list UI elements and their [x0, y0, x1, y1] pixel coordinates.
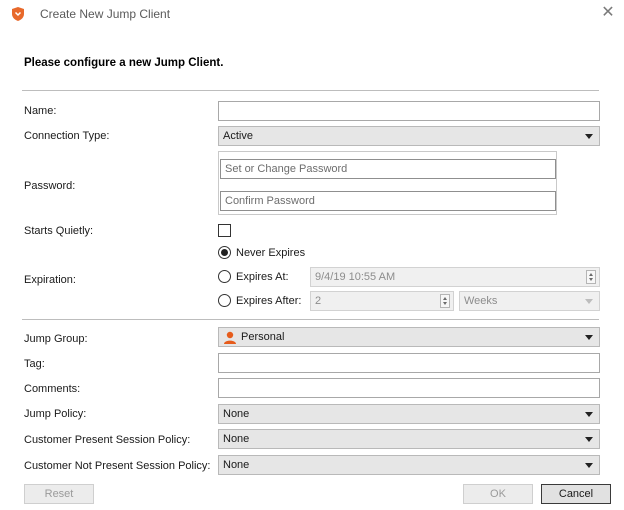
reset-button[interactable]: Reset: [24, 484, 94, 504]
customer-present-policy-value: None: [223, 433, 250, 445]
window-title: Create New Jump Client: [40, 7, 171, 21]
expiration-label: Expiration:: [24, 274, 76, 286]
app-shield-icon: [12, 7, 24, 21]
starts-quietly-label: Starts Quietly:: [24, 225, 94, 237]
connection-type-select[interactable]: Active: [218, 126, 600, 146]
never-expires-radio[interactable]: [218, 246, 231, 259]
comments-input[interactable]: [218, 378, 600, 398]
person-icon: [224, 331, 236, 344]
expires-after-value: 2: [315, 295, 322, 307]
name-label: Name:: [24, 105, 57, 117]
chevron-down-icon: [585, 412, 593, 417]
tag-label: Tag:: [24, 358, 45, 370]
chevron-down-icon: [585, 335, 593, 340]
confirm-password-input[interactable]: [220, 191, 556, 211]
name-input[interactable]: [218, 101, 600, 121]
never-expires-label: Never Expires: [236, 247, 306, 259]
password-label: Password:: [24, 180, 76, 192]
password-group: [218, 151, 557, 215]
expires-after-unit-value: Weeks: [464, 295, 498, 307]
tag-input[interactable]: [218, 353, 600, 373]
customer-not-present-policy-label: Customer Not Present Session Policy:: [24, 460, 211, 472]
password-input[interactable]: [220, 159, 556, 179]
jump-group-value: Personal: [241, 331, 285, 343]
expires-after-label: Expires After:: [236, 295, 302, 307]
expires-after-unit-select[interactable]: Weeks: [459, 291, 600, 311]
customer-not-present-policy-select[interactable]: None: [218, 455, 600, 475]
expires-at-radio[interactable]: [218, 270, 231, 283]
jump-policy-select[interactable]: None: [218, 404, 600, 424]
customer-present-policy-label: Customer Present Session Policy:: [24, 434, 191, 446]
chevron-down-icon: [585, 463, 593, 468]
separator-top: [22, 90, 599, 91]
starts-quietly-checkbox[interactable]: [218, 224, 231, 237]
spinner-icon[interactable]: [440, 294, 450, 308]
expires-after-radio[interactable]: [218, 294, 231, 307]
jump-group-select[interactable]: Personal: [218, 327, 600, 347]
customer-not-present-policy-value: None: [223, 459, 250, 471]
expires-at-input[interactable]: 9/4/19 10:55 AM: [310, 267, 600, 287]
connection-type-label: Connection Type:: [24, 130, 110, 142]
chevron-down-icon: [585, 299, 593, 304]
expires-at-value: 9/4/19 10:55 AM: [315, 271, 396, 283]
expires-at-label: Expires At:: [236, 271, 289, 283]
ok-button[interactable]: OK: [463, 484, 533, 504]
spinner-icon[interactable]: [586, 270, 596, 284]
form-heading: Please configure a new Jump Client.: [24, 57, 224, 69]
jump-policy-label: Jump Policy:: [24, 408, 87, 420]
separator-middle: [22, 319, 599, 320]
cancel-button[interactable]: Cancel: [541, 484, 611, 504]
jump-group-label: Jump Group:: [24, 333, 88, 345]
expires-after-input[interactable]: 2: [310, 291, 454, 311]
chevron-down-icon: [585, 134, 593, 139]
customer-present-policy-select[interactable]: None: [218, 429, 600, 449]
close-icon[interactable]: ✕: [599, 4, 617, 22]
chevron-down-icon: [585, 437, 593, 442]
jump-policy-value: None: [223, 408, 250, 420]
connection-type-value: Active: [223, 130, 253, 142]
comments-label: Comments:: [24, 383, 81, 395]
